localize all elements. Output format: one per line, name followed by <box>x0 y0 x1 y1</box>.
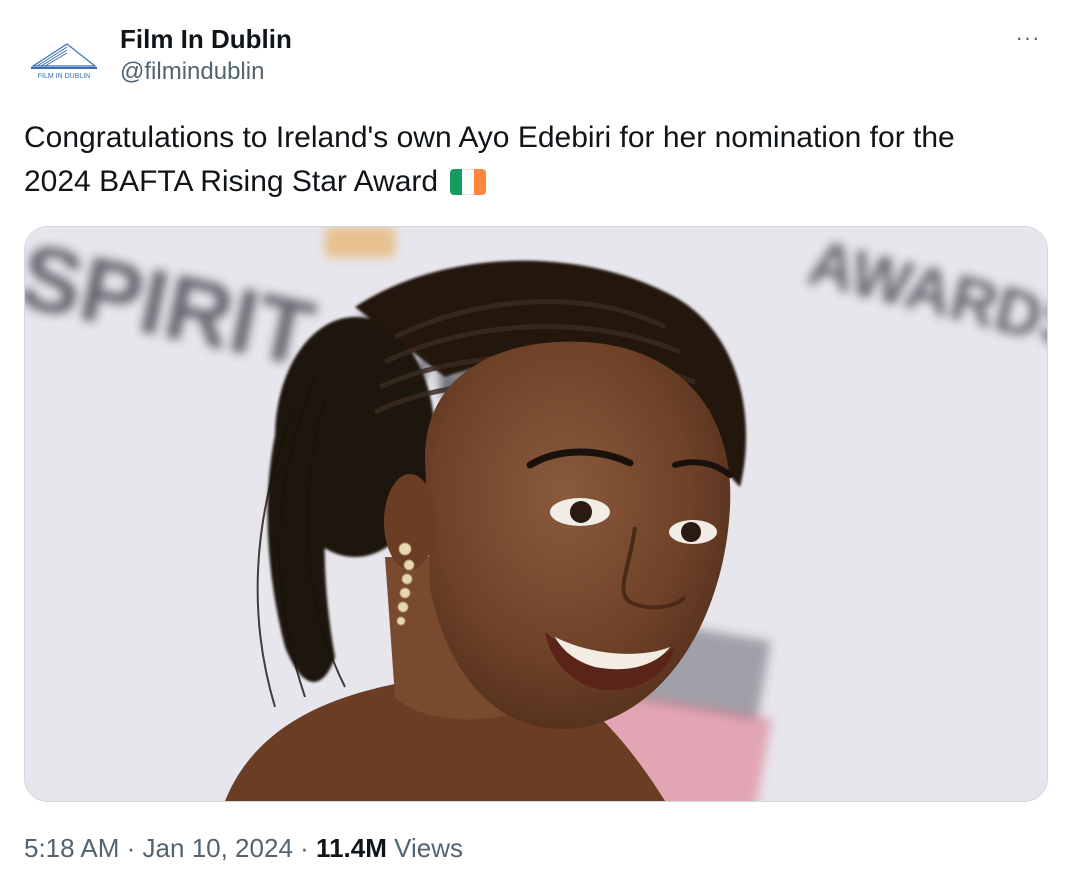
tweet-photo[interactable]: SPIRIT AWARDS AWARDS <box>24 226 1048 802</box>
photo-illustration: SPIRIT AWARDS AWARDS <box>25 227 1047 801</box>
display-name[interactable]: Film In Dublin <box>120 22 292 56</box>
views-label: Views <box>394 833 463 863</box>
more-icon: ··· <box>1015 25 1041 50</box>
tweet-body: Congratulations to Ireland's own Ayo Ede… <box>24 121 955 198</box>
more-options-button[interactable]: ··· <box>1008 24 1048 52</box>
tweet-header: FILM IN DUBLIN Film In Dublin @filmindub… <box>24 20 1048 100</box>
logo-text: FILM IN DUBLIN <box>38 73 91 80</box>
film-in-dublin-logo: FILM IN DUBLIN <box>30 43 97 80</box>
meta-separator-2: · <box>300 833 309 863</box>
tweet-date[interactable]: Jan 10, 2024 <box>143 833 293 863</box>
tweet-text: Congratulations to Ireland's own Ayo Ede… <box>24 116 1024 204</box>
tweet-time[interactable]: 5:18 AM <box>24 833 119 863</box>
meta-separator: · <box>126 833 136 863</box>
views-count: 11.4M <box>316 833 387 863</box>
avatar[interactable]: FILM IN DUBLIN <box>24 20 104 100</box>
tweet-meta: 5:18 AM · Jan 10, 2024 · 11.4M Views <box>24 830 463 866</box>
user-names: Film In Dublin @filmindublin <box>120 22 292 88</box>
ireland-flag-icon <box>450 169 487 195</box>
handle[interactable]: @filmindublin <box>120 56 292 88</box>
